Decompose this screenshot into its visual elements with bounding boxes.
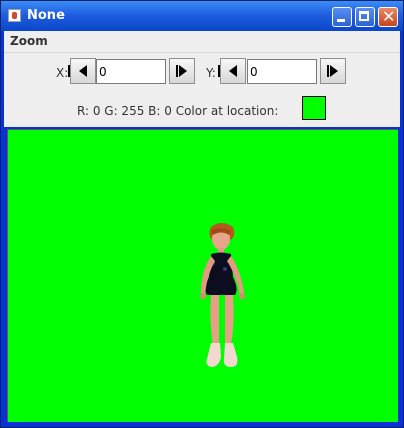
maximize-button[interactable] — [355, 7, 375, 27]
maximize-icon — [359, 11, 369, 21]
minimize-button[interactable] — [332, 7, 352, 27]
y-next-button[interactable] — [320, 58, 346, 84]
close-icon: ✕ — [382, 7, 396, 26]
color-swatch — [302, 96, 326, 120]
x-prev-button[interactable] — [68, 58, 96, 84]
y-label: Y: — [206, 66, 216, 80]
menu-zoom[interactable]: Zoom — [10, 34, 48, 48]
control-panel: X: Y: R: 0 G: 255 B: 0 Color at location… — [4, 53, 400, 127]
minimize-icon — [337, 19, 345, 22]
step-left-icon — [68, 65, 87, 77]
x-next-button[interactable] — [169, 58, 195, 84]
step-right-icon — [327, 65, 338, 77]
app-window: None ✕ Zoom X: Y: R: 0 G: 255 B: 0 Color — [0, 0, 404, 428]
menu-bar: Zoom — [4, 31, 400, 53]
y-input[interactable] — [247, 59, 317, 84]
window-title: None — [27, 8, 65, 23]
figure-image — [200, 223, 245, 367]
x-label: X: — [56, 66, 69, 80]
x-input[interactable] — [96, 59, 166, 84]
y-prev-button[interactable] — [218, 58, 246, 84]
close-button[interactable]: ✕ — [378, 7, 398, 27]
step-right-icon — [176, 65, 187, 77]
color-readout: R: 0 G: 255 B: 0 Color at location: — [77, 104, 279, 118]
title-bar[interactable]: None ✕ — [1, 1, 403, 31]
picture-canvas[interactable] — [7, 129, 398, 422]
step-left-icon — [218, 65, 237, 77]
java-coffee-icon[interactable] — [8, 9, 21, 22]
